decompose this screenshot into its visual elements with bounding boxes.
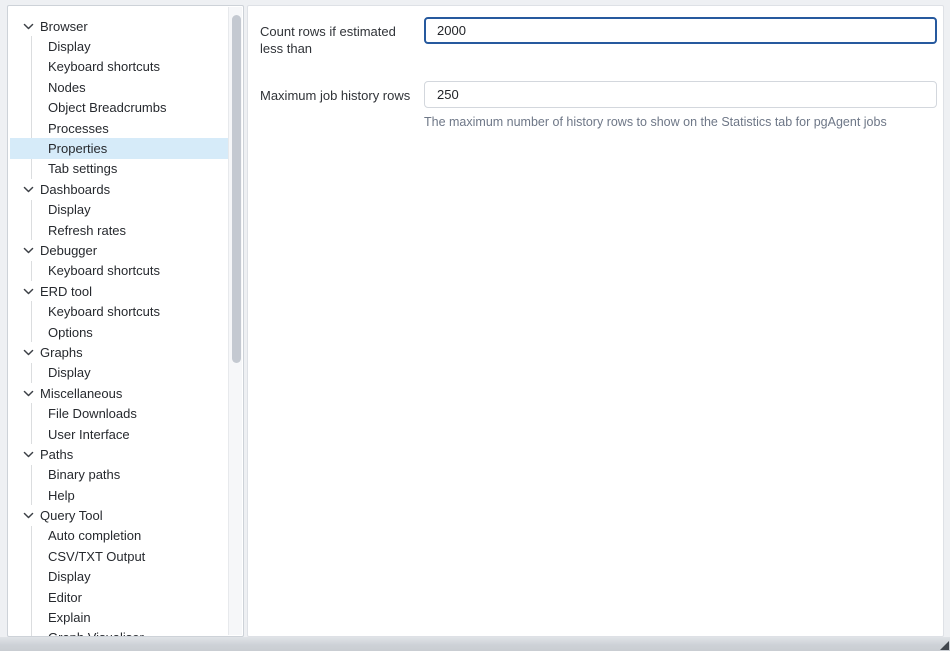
tree-item-label: Keyboard shortcuts <box>48 304 160 319</box>
tree-item-label: Display <box>48 39 91 54</box>
tree-item-label: Object Breadcrumbs <box>48 100 167 115</box>
tree-item-label: Properties <box>48 141 107 156</box>
tree-item-label: Explain <box>48 610 91 625</box>
tree-children-miscellaneous: File Downloads User Interface <box>10 403 228 444</box>
tree-group-label: Browser <box>40 19 88 34</box>
tree-item-label: Display <box>48 569 91 584</box>
preferences-dialog-body: Browser Display Keyboard shortcuts Nodes Obj… <box>7 5 944 637</box>
tree-item-binary-paths[interactable]: Binary paths <box>10 465 228 485</box>
tree-children-debugger: Keyboard shortcuts <box>10 261 228 281</box>
tree-item-properties[interactable]: Properties <box>10 138 228 158</box>
tree-group-label: Dashboards <box>40 182 110 197</box>
tree-item-keyboard-shortcuts[interactable]: Keyboard shortcuts <box>10 57 228 77</box>
tree-item-label: Display <box>48 202 91 217</box>
tree-item-display[interactable]: Display <box>10 200 228 220</box>
tree-item-graph-visualiser[interactable]: Graph Visualiser <box>10 628 228 636</box>
tree-item-explain[interactable]: Explain <box>10 607 228 627</box>
preferences-content-panel: Count rows if estimated less than Maximu… <box>247 5 944 637</box>
tree-group-label: Debugger <box>40 243 97 258</box>
tree-item-display[interactable]: Display <box>10 567 228 587</box>
dialog-bottom-edge <box>0 637 950 651</box>
tree-group-miscellaneous[interactable]: Miscellaneous <box>10 383 228 403</box>
tree-item-csv-txt-output[interactable]: CSV/TXT Output <box>10 546 228 566</box>
chevron-down-icon <box>22 20 35 33</box>
tree-group-query-tool[interactable]: Query Tool <box>10 505 228 525</box>
tree-item-options[interactable]: Options <box>10 322 228 342</box>
tree-group-label: Query Tool <box>40 508 103 523</box>
tree-item-label: Tab settings <box>48 161 117 176</box>
max-job-history-input[interactable] <box>424 81 937 108</box>
field-row-max-history: Maximum job history rows The maximum num… <box>260 81 933 130</box>
tree-item-tab-settings[interactable]: Tab settings <box>10 159 228 179</box>
tree-item-label: Nodes <box>48 80 86 95</box>
tree-item-user-interface[interactable]: User Interface <box>10 424 228 444</box>
tree-group-graphs[interactable]: Graphs <box>10 342 228 362</box>
field-row-count-rows: Count rows if estimated less than <box>260 17 933 57</box>
count-rows-label: Count rows if estimated less than <box>260 17 424 57</box>
tree-group-browser[interactable]: Browser <box>10 16 228 36</box>
tree-group-dashboards[interactable]: Dashboards <box>10 179 228 199</box>
tree-item-label: Editor <box>48 590 82 605</box>
tree-item-auto-completion[interactable]: Auto completion <box>10 526 228 546</box>
tree-item-label: File Downloads <box>48 406 137 421</box>
max-history-label: Maximum job history rows <box>260 81 424 105</box>
preferences-tree-panel: Browser Display Keyboard shortcuts Nodes Obj… <box>7 5 244 637</box>
tree-item-editor[interactable]: Editor <box>10 587 228 607</box>
chevron-down-icon <box>22 448 35 461</box>
tree-item-display[interactable]: Display <box>10 363 228 383</box>
tree-item-label: Auto completion <box>48 528 141 543</box>
tree-item-processes[interactable]: Processes <box>10 118 228 138</box>
count-rows-input[interactable] <box>424 17 937 44</box>
tree-item-label: Refresh rates <box>48 223 126 238</box>
chevron-down-icon <box>22 244 35 257</box>
max-history-help-text: The maximum number of history rows to sh… <box>424 115 937 130</box>
tree-item-label: CSV/TXT Output <box>48 549 145 564</box>
tree-group-label: Miscellaneous <box>40 386 122 401</box>
resize-grip-icon[interactable] <box>940 641 949 650</box>
sidebar-scrollbar-thumb[interactable] <box>232 15 241 363</box>
tree-item-file-downloads[interactable]: File Downloads <box>10 403 228 423</box>
preferences-tree: Browser Display Keyboard shortcuts Nodes Obj… <box>8 6 228 636</box>
sidebar-scrollbar[interactable] <box>228 7 242 635</box>
tree-group-label: Paths <box>40 447 73 462</box>
tree-item-label: Keyboard shortcuts <box>48 59 160 74</box>
tree-item-object-breadcrumbs[interactable]: Object Breadcrumbs <box>10 98 228 118</box>
tree-item-keyboard-shortcuts[interactable]: Keyboard shortcuts <box>10 261 228 281</box>
chevron-down-icon <box>22 346 35 359</box>
tree-children-query-tool: Auto completion CSV/TXT Output Display Edit… <box>10 526 228 636</box>
tree-item-label: Binary paths <box>48 467 120 482</box>
tree-item-keyboard-shortcuts[interactable]: Keyboard shortcuts <box>10 301 228 321</box>
tree-item-label: Keyboard shortcuts <box>48 263 160 278</box>
chevron-down-icon <box>22 509 35 522</box>
tree-item-display[interactable]: Display <box>10 36 228 56</box>
tree-item-label: User Interface <box>48 427 130 442</box>
tree-children-browser: Display Keyboard shortcuts Nodes Object Bre… <box>10 36 228 179</box>
tree-item-label: Options <box>48 325 93 340</box>
tree-children-paths: Binary paths Help <box>10 465 228 506</box>
tree-group-label: ERD tool <box>40 284 92 299</box>
tree-item-help[interactable]: Help <box>10 485 228 505</box>
tree-group-label: Graphs <box>40 345 83 360</box>
tree-group-paths[interactable]: Paths <box>10 444 228 464</box>
tree-children-dashboards: Display Refresh rates <box>10 200 228 241</box>
tree-group-debugger[interactable]: Debugger <box>10 240 228 260</box>
chevron-down-icon <box>22 387 35 400</box>
tree-item-label: Graph Visualiser <box>48 630 144 636</box>
tree-children-graphs: Display <box>10 363 228 383</box>
tree-item-label: Display <box>48 365 91 380</box>
chevron-down-icon <box>22 285 35 298</box>
chevron-down-icon <box>22 183 35 196</box>
tree-item-label: Help <box>48 488 75 503</box>
tree-group-erd-tool[interactable]: ERD tool <box>10 281 228 301</box>
tree-item-label: Processes <box>48 121 109 136</box>
tree-children-erd-tool: Keyboard shortcuts Options <box>10 301 228 342</box>
tree-item-refresh-rates[interactable]: Refresh rates <box>10 220 228 240</box>
tree-item-nodes[interactable]: Nodes <box>10 77 228 97</box>
